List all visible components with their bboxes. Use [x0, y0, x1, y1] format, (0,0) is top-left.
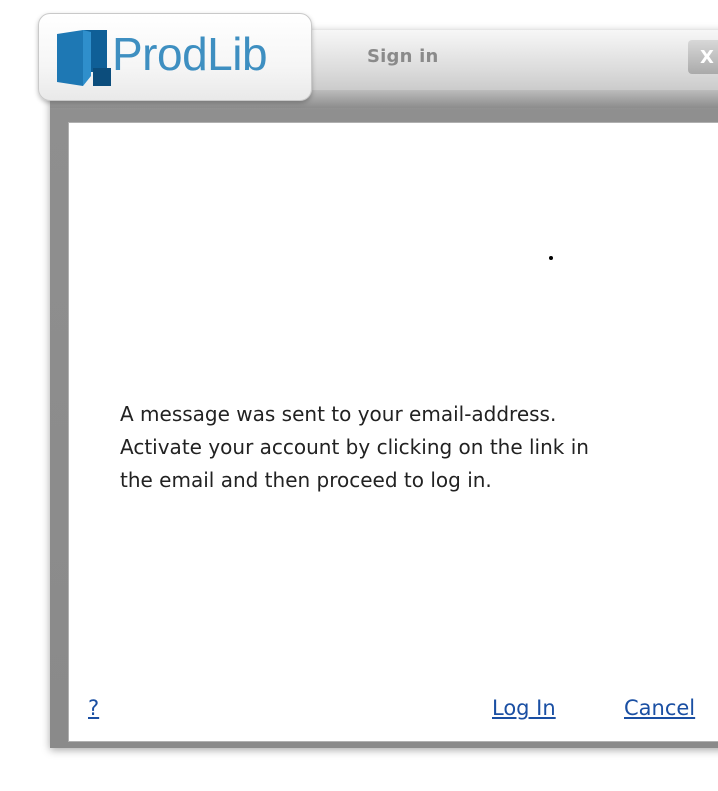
log-in-link[interactable]: Log In	[492, 696, 556, 720]
message-line: the email and then proceed to log in.	[120, 468, 492, 492]
dialog-title: Sign in	[367, 46, 439, 67]
help-link[interactable]: ?	[88, 696, 99, 720]
app-name: ProdLib	[112, 28, 268, 80]
app-logo: ProdLib	[38, 13, 312, 101]
stray-dot	[549, 256, 553, 260]
book-icon	[57, 30, 111, 86]
message-line: A message was sent to your email-address…	[120, 402, 557, 426]
cancel-link[interactable]: Cancel	[624, 696, 695, 720]
message-line: Activate your account by clicking on the…	[120, 435, 589, 459]
activation-message: A message was sent to your email-address…	[120, 398, 700, 497]
close-button[interactable]: X	[688, 40, 718, 74]
